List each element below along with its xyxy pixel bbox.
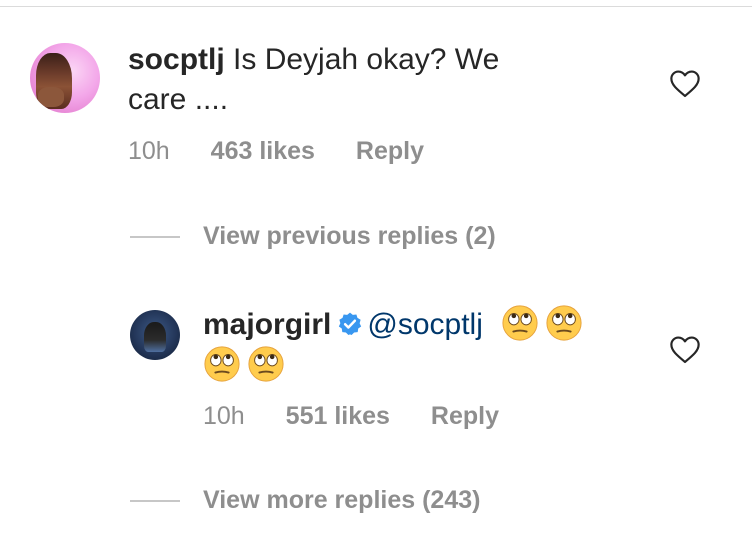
rolling-eyes-emoji-icon bbox=[248, 346, 284, 382]
comment-time: 10h bbox=[128, 137, 170, 165]
reply-mention[interactable]: @socptlj bbox=[367, 308, 483, 341]
reply-likes[interactable]: 551 likes bbox=[286, 402, 390, 430]
avatar-majorgirl[interactable] bbox=[130, 310, 180, 360]
view-previous-replies-button[interactable]: View previous replies (2) bbox=[203, 222, 496, 251]
top-divider bbox=[0, 0, 752, 7]
reply-username[interactable]: majorgirl bbox=[203, 308, 331, 341]
avatar-socptlj[interactable] bbox=[30, 43, 100, 113]
comment-body-line1: Is Deyjah okay? We bbox=[233, 43, 500, 76]
view-more-replies-button[interactable]: View more replies (243) bbox=[203, 486, 480, 515]
reply-text: majorgirl @socptlj bbox=[203, 304, 643, 386]
verified-badge-icon bbox=[339, 312, 362, 336]
rolling-eyes-emoji-icon bbox=[546, 305, 582, 341]
comment-meta: 10h 463 likes Reply bbox=[128, 137, 424, 166]
rolling-eyes-emoji-icon bbox=[204, 346, 240, 382]
comment-body-line2: care .... bbox=[128, 83, 229, 116]
avatar-hand bbox=[38, 87, 64, 107]
heart-outline-icon[interactable] bbox=[668, 68, 702, 98]
reply-time: 10h bbox=[203, 402, 245, 430]
comment-username[interactable]: socptlj bbox=[128, 43, 225, 76]
heart-outline-icon[interactable] bbox=[668, 334, 702, 364]
comment-text: socptlj Is Deyjah okay? We care .... bbox=[128, 40, 648, 120]
rolling-eyes-emoji-icon bbox=[502, 305, 538, 341]
avatar-figure bbox=[144, 322, 166, 352]
replies-divider bbox=[130, 500, 180, 502]
reply-button[interactable]: Reply bbox=[431, 402, 499, 430]
replies-divider bbox=[130, 236, 180, 238]
reply-meta: 10h 551 likes Reply bbox=[203, 402, 499, 431]
reply-button[interactable]: Reply bbox=[356, 137, 424, 165]
comment-likes[interactable]: 463 likes bbox=[211, 137, 315, 165]
